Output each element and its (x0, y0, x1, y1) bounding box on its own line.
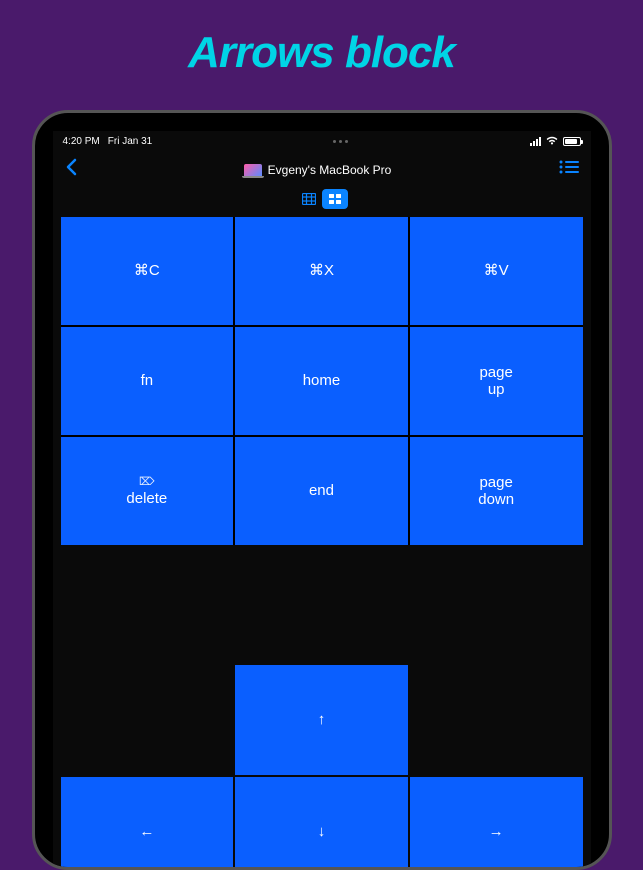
page-title: Arrows block (0, 0, 643, 78)
key-arrow-left[interactable]: ← (61, 777, 234, 867)
multitask-dots (333, 140, 348, 143)
nav-bar: Evgeny's MacBook Pro (53, 152, 591, 187)
key-arrow-up[interactable]: ↑ (235, 665, 408, 775)
arrow-empty (61, 665, 234, 775)
wifi-icon (545, 135, 559, 148)
list-button[interactable] (559, 160, 579, 179)
key-arrow-down[interactable]: ↓ (235, 777, 408, 867)
view-mode-grid[interactable] (296, 189, 322, 209)
key-arrow-right[interactable]: → (410, 777, 583, 867)
status-time: 4:20 PM (63, 136, 100, 147)
key-cmd-x[interactable]: ⌘X (235, 217, 408, 325)
cellular-icon (530, 137, 541, 146)
key-delete[interactable]: ⌦ delete (61, 437, 234, 545)
shortcut-grid: ⌘C ⌘X ⌘V fn home page up ⌦ delete end pa… (61, 217, 583, 545)
laptop-icon (244, 164, 262, 176)
status-bar: 4:20 PM Fri Jan 31 (53, 131, 591, 152)
key-page-up[interactable]: page up (410, 327, 583, 435)
device-name: Evgeny's MacBook Pro (268, 163, 392, 177)
view-mode-segmented (53, 189, 591, 209)
key-end[interactable]: end (235, 437, 408, 545)
arrow-empty (410, 665, 583, 775)
arrow-block: ↑ ← ↓ → (61, 665, 583, 867)
key-home[interactable]: home (235, 327, 408, 435)
key-cmd-v[interactable]: ⌘V (410, 217, 583, 325)
key-cmd-c[interactable]: ⌘C (61, 217, 234, 325)
status-date: Fri Jan 31 (108, 136, 152, 147)
nav-title-wrap: Evgeny's MacBook Pro (244, 163, 392, 177)
delete-icon: ⌦ (139, 475, 155, 488)
view-mode-blocks[interactable] (322, 189, 348, 209)
device-screen: 4:20 PM Fri Jan 31 Evgeny's MacBook Pro (53, 131, 591, 867)
key-page-down[interactable]: page down (410, 437, 583, 545)
battery-icon (563, 137, 581, 146)
key-fn[interactable]: fn (61, 327, 234, 435)
device-frame: 4:20 PM Fri Jan 31 Evgeny's MacBook Pro (32, 110, 612, 870)
back-button[interactable] (65, 158, 77, 181)
